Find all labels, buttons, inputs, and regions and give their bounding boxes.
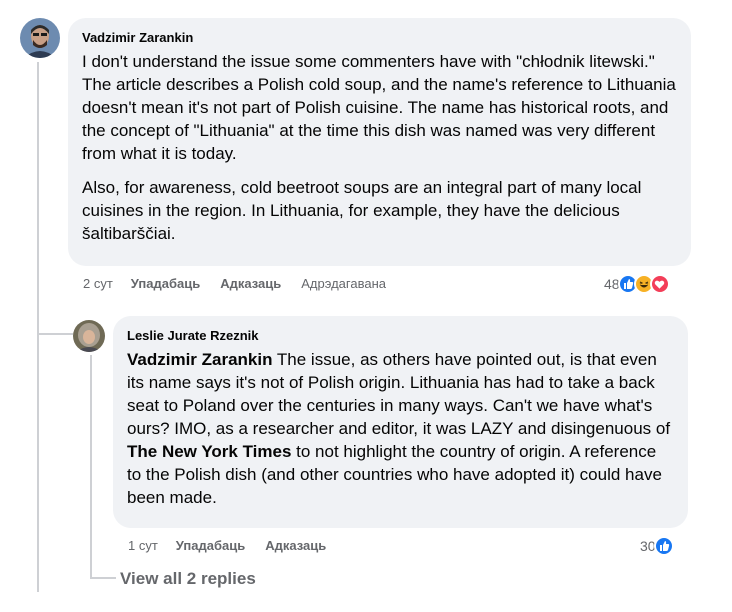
reply-button[interactable]: Адказаць	[265, 538, 326, 554]
thread-line-view-replies	[90, 577, 116, 579]
comment-actions: 2 сут Упадабаць Адказаць Адрэдагавана	[83, 276, 406, 292]
reaction-summary[interactable]: 48	[604, 274, 670, 294]
avatar[interactable]	[20, 18, 60, 58]
comment-text: I don't understand the issue some commen…	[82, 50, 677, 245]
thread-line-branch	[37, 333, 73, 335]
reply-text: Vadzimir Zarankin The issue, as others h…	[127, 348, 674, 509]
thread-line-reply	[90, 355, 92, 578]
comment-paragraph: Also, for awareness, cold beetroot soups…	[82, 178, 642, 243]
comment-bubble: Vadzimir Zarankin I don't understand the…	[68, 18, 691, 266]
avatar[interactable]	[73, 320, 105, 352]
reply-actions: 1 сут Упадабаць Адказаць	[128, 538, 346, 554]
reply-button[interactable]: Адказаць	[220, 276, 281, 292]
reply-author[interactable]: Leslie Jurate Rzeznik	[127, 327, 674, 344]
comment-timestamp[interactable]: 2 сут	[83, 276, 113, 292]
comment-author[interactable]: Vadzimir Zarankin	[82, 29, 677, 46]
like-button[interactable]: Упадабаць	[131, 276, 200, 292]
like-button[interactable]: Упадабаць	[176, 538, 245, 554]
like-icon	[653, 536, 674, 556]
reply-timestamp[interactable]: 1 сут	[128, 538, 158, 554]
view-replies-link[interactable]: View all 2 replies	[120, 569, 256, 589]
comment-paragraph: I don't understand the issue some commen…	[82, 52, 676, 163]
reply-bubble: Leslie Jurate Rzeznik Vadzimir Zarankin …	[113, 316, 688, 528]
reaction-summary[interactable]: 30	[640, 536, 674, 556]
thread-line-main	[37, 62, 39, 592]
love-icon	[649, 274, 670, 294]
edited-label: Адрэдагавана	[301, 276, 386, 291]
nyt-link[interactable]: The New York Times	[127, 442, 291, 461]
mention-link[interactable]: Vadzimir Zarankin	[127, 350, 273, 369]
